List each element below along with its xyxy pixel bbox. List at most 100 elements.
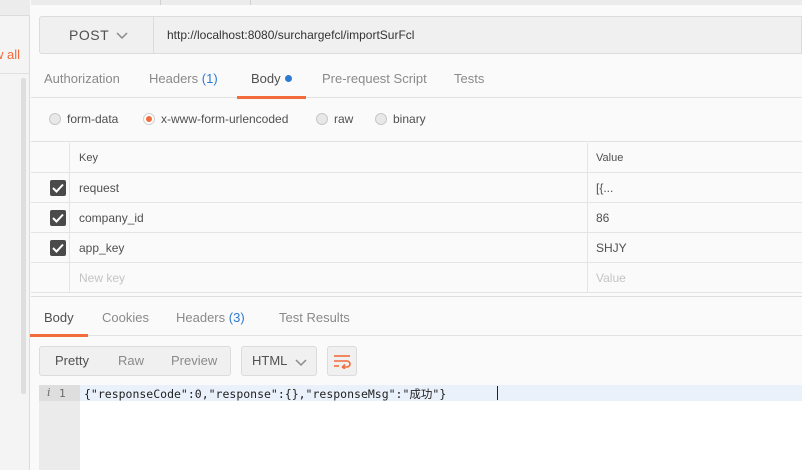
modified-dot-icon (284, 75, 292, 82)
method-label: POST (69, 27, 110, 43)
headers-count-badge: (1) (201, 71, 218, 86)
tab-label: Headers (149, 71, 199, 86)
tab-label: Tests (454, 71, 485, 86)
url-bar: POST (39, 16, 802, 54)
language-select[interactable]: HTML (241, 346, 317, 376)
tab-headers[interactable]: Headers (1) (149, 66, 218, 98)
radio-binary[interactable]: binary (375, 110, 426, 128)
check-column (31, 173, 70, 202)
format-toggle-group: Pretty Raw Preview (39, 346, 231, 376)
response-tabs: Body Cookies Headers (3) Test Results (30, 296, 802, 337)
row-checkbox[interactable] (50, 240, 66, 256)
radio-circle (316, 113, 328, 125)
tab-body[interactable]: Body (237, 66, 306, 99)
tab-label: Headers (176, 310, 226, 325)
params-table: Key Value request [{... company_id 86 ap… (31, 143, 802, 293)
view-all-link[interactable]: w all (0, 46, 24, 64)
radio-label: binary (393, 112, 426, 126)
param-value[interactable]: 86 (596, 203, 609, 233)
checkmark-icon (52, 183, 64, 193)
tab-test-results[interactable]: Test Results (279, 297, 350, 336)
column-divider (587, 173, 588, 202)
sidebar-top-strip (0, 0, 30, 16)
tab-response-headers[interactable]: Headers (3) (176, 297, 245, 336)
param-key[interactable]: company_id (79, 203, 144, 233)
response-toolbar: Pretty Raw Preview HTML (31, 337, 802, 385)
new-key-input[interactable]: New key (79, 263, 125, 293)
tab-label: Cookies (102, 310, 149, 325)
param-key[interactable]: app_key (79, 233, 124, 263)
method-select[interactable]: POST (39, 16, 154, 54)
request-tab-bar (31, 0, 802, 5)
preview-button[interactable]: Preview (171, 347, 217, 375)
checkmark-icon (52, 213, 64, 223)
tab-label: Authorization (44, 71, 120, 86)
radio-circle (375, 113, 387, 125)
tab-cookies[interactable]: Cookies (102, 297, 149, 336)
radio-raw[interactable]: raw (316, 110, 353, 128)
check-column (31, 263, 70, 292)
check-column (31, 143, 70, 172)
tab-edge (160, 0, 161, 5)
wrap-lines-button[interactable] (327, 346, 357, 376)
headers-count-badge: (3) (228, 310, 245, 325)
radio-x-www-form-urlencoded[interactable]: x-www-form-urlencoded (143, 110, 288, 128)
tab-edge (250, 0, 251, 5)
response-body-editor[interactable]: i 1 {"responseCode":0,"response":{},"res… (39, 385, 802, 470)
body-type-selector: form-data x-www-form-urlencoded raw bina… (31, 98, 802, 142)
radio-form-data[interactable]: form-data (49, 110, 118, 128)
sidebar-divider (0, 73, 30, 74)
tab-label: Body (44, 310, 74, 325)
tab-label: Body (251, 71, 281, 86)
row-checkbox[interactable] (50, 210, 66, 226)
column-divider (587, 203, 588, 232)
info-icon: i (47, 386, 51, 399)
table-row-new: New key Value (31, 263, 802, 293)
gutter-line: i 1 (39, 385, 80, 401)
radio-circle-checked (143, 113, 155, 125)
new-value-input[interactable]: Value (596, 263, 626, 293)
param-value[interactable]: SHJY (596, 233, 627, 263)
line-number: 1 (59, 387, 66, 400)
sidebar-scrollbar[interactable] (21, 78, 26, 394)
tab-pre-request-script[interactable]: Pre-request Script (322, 66, 427, 98)
view-all-link-label: w all (0, 47, 20, 62)
response-code-text: {"responseCode":0,"response":{},"respons… (84, 387, 447, 401)
tab-response-body[interactable]: Body (30, 297, 88, 337)
radio-label: raw (334, 112, 354, 126)
column-header-key: Key (79, 152, 98, 164)
column-divider (587, 263, 588, 292)
chevron-down-icon (116, 32, 128, 40)
code-line[interactable]: {"responseCode":0,"response":{},"respons… (80, 385, 802, 401)
url-input[interactable] (154, 16, 802, 54)
text-caret (497, 386, 498, 400)
tab-tests[interactable]: Tests (454, 66, 484, 98)
check-column (31, 233, 70, 262)
chevron-down-icon (295, 359, 307, 367)
raw-button[interactable]: Raw (118, 347, 144, 375)
request-tabs: Authorization Headers (1) Body Pre-reque… (31, 66, 802, 99)
tab-label: Pre-request Script (322, 71, 427, 86)
params-table-header: Key Value (31, 143, 802, 173)
radio-circle (49, 113, 61, 125)
param-key[interactable]: request (79, 173, 119, 203)
table-row: company_id 86 (31, 203, 802, 233)
check-column (31, 203, 70, 232)
editor-gutter: i 1 (39, 385, 80, 470)
table-row: request [{... (31, 173, 802, 203)
checkmark-icon (52, 243, 64, 253)
table-row: app_key SHJY (31, 233, 802, 263)
wrap-lines-icon (334, 355, 351, 369)
tab-label: Test Results (279, 310, 350, 325)
column-header-value: Value (596, 152, 624, 164)
tab-authorization[interactable]: Authorization (44, 66, 120, 98)
language-label: HTML (252, 353, 288, 368)
request-panel: POST Authorization Headers (1) Body Pre-… (30, 0, 802, 470)
left-sidebar: w all (0, 0, 30, 470)
column-divider (587, 233, 588, 262)
param-value[interactable]: [{... (596, 173, 613, 203)
row-checkbox[interactable] (50, 180, 66, 196)
radio-label: x-www-form-urlencoded (161, 112, 289, 126)
pretty-button[interactable]: Pretty (55, 347, 89, 375)
radio-label: form-data (67, 112, 119, 126)
